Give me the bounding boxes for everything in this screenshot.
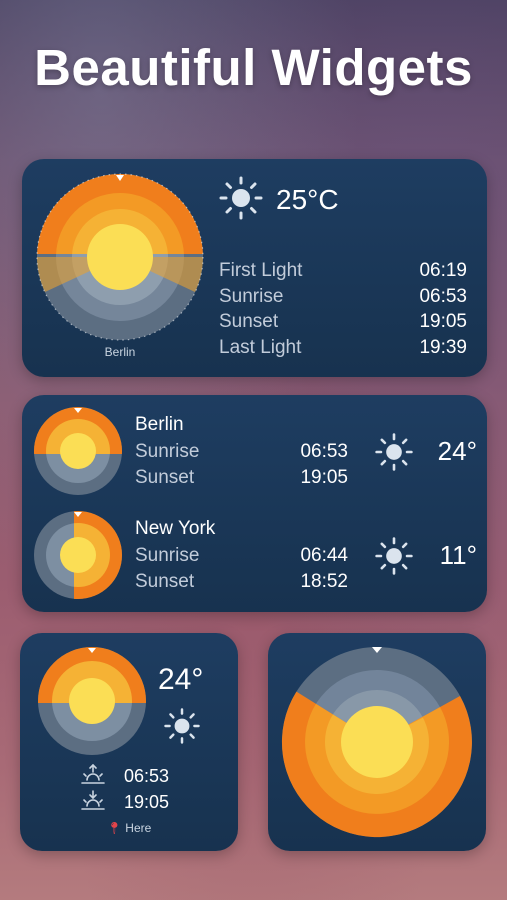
- sun-icon: [164, 708, 200, 744]
- sun-icon: [375, 537, 413, 575]
- row-time: 19:39: [419, 336, 467, 358]
- location-text: Here: [125, 821, 152, 835]
- sunset-label: Sunset: [135, 571, 195, 592]
- sunrise-label: Sunrise: [135, 441, 200, 462]
- row-time: 06:19: [419, 260, 467, 281]
- sunset-icon: [81, 790, 105, 810]
- temperature: 24°: [158, 663, 204, 696]
- sun-icon: [375, 433, 413, 471]
- city-label: Berlin: [104, 345, 136, 359]
- sunrise-time: 06:53: [300, 441, 348, 462]
- large-widget[interactable]: Berlin 25°C First Light 06:19 Sunrise 06…: [22, 159, 487, 377]
- first-light-row: First Light 06:19: [219, 260, 467, 286]
- sun-icon: [219, 176, 263, 220]
- pin-icon: 📍︎: [106, 821, 122, 835]
- sunrise-time: 06:53: [124, 766, 170, 786]
- sunset-time: 18:52: [300, 571, 348, 592]
- sunset-time: 19:05: [300, 467, 348, 488]
- sunrise-label: Sunrise: [135, 545, 200, 566]
- location-label: 📍︎ Here: [20, 821, 238, 835]
- daylight-dial-icon: [38, 647, 146, 755]
- row-label: First Light: [219, 260, 303, 281]
- dial-widget[interactable]: [268, 633, 486, 851]
- temperature: 25°C: [276, 184, 339, 215]
- row-time: 06:53: [419, 285, 467, 307]
- row-label: Sunset: [219, 311, 279, 332]
- sun-times-list: First Light 06:19 Sunrise 06:53 Sunset 1…: [219, 260, 467, 362]
- small-widget[interactable]: 24° 06:53 19:05 📍︎ Here: [20, 633, 238, 851]
- daylight-dial-icon: [36, 173, 204, 341]
- sunrise-icon: [81, 764, 105, 784]
- row-time: 19:05: [419, 311, 467, 332]
- sunrise-row: Sunrise 06:53: [219, 286, 467, 312]
- sunset-label: Sunset: [135, 467, 195, 488]
- daylight-dial-icon: [281, 647, 472, 838]
- daylight-dial-icon: [34, 511, 122, 599]
- sunset-time: 19:05: [124, 792, 170, 812]
- sunset-row: Sunset 19:05: [219, 311, 467, 337]
- row-label: Sunrise: [219, 285, 284, 307]
- page-title: Beautiful Widgets: [34, 39, 473, 96]
- city-name: Berlin: [135, 414, 184, 435]
- last-light-row: Last Light 19:39: [219, 337, 467, 363]
- sunrise-time: 06:44: [300, 545, 348, 566]
- city-name: New York: [135, 518, 216, 539]
- row-label: Last Light: [219, 336, 302, 358]
- medium-widget[interactable]: Berlin Sunrise Sunset 06:53 19:05 24° Ne…: [22, 395, 487, 612]
- daylight-dial-icon: [34, 407, 122, 495]
- temperature: 11°: [439, 540, 477, 570]
- temperature: 24°: [437, 436, 477, 466]
